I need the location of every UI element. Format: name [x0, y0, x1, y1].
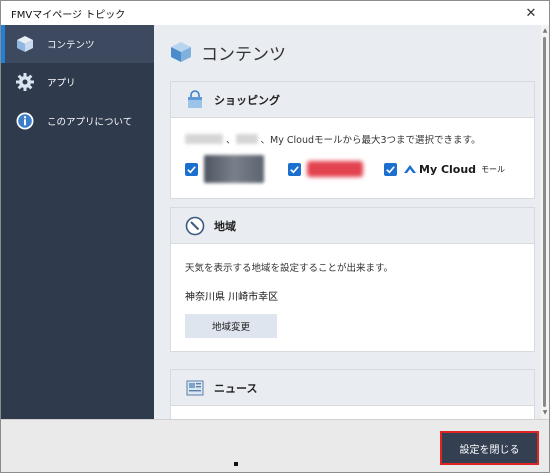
shop-logo-1 — [204, 155, 264, 183]
redacted-shop-name — [235, 134, 258, 144]
shopping-card: ショッピング 、 、My Cloudモールから最大3つまで選択できます。 My … — [170, 81, 535, 199]
page-title: コンテンツ — [201, 44, 286, 65]
change-region-button[interactable]: 地域変更 — [185, 314, 277, 338]
scroll-up-icon[interactable]: ▲ — [541, 27, 549, 35]
sidebar: コンテンツ アプリ このアプリについて — [1, 25, 154, 419]
region-card: 地域 天気を表示する地域を設定することが出来ます。 神奈川県 川崎市幸区 地域変… — [170, 207, 535, 352]
news-icon — [184, 377, 206, 399]
sidebar-item-label: アプリ — [47, 78, 76, 89]
shopping-card-header: ショッピング — [171, 82, 534, 118]
resize-grip — [234, 462, 238, 466]
mycloud-logo-icon — [404, 165, 416, 173]
cube-icon — [169, 40, 193, 64]
info-icon — [15, 111, 35, 131]
region-description: 天気を表示する地域を設定することが出来ます。 — [185, 263, 394, 274]
sidebar-item-about[interactable]: このアプリについて — [1, 102, 154, 140]
mycloud-mall-logo: My Cloud モール — [403, 163, 505, 176]
checkbox-checked[interactable] — [185, 162, 198, 176]
sidebar-item-contents[interactable]: コンテンツ — [1, 25, 154, 63]
shopping-options: My Cloud モール — [185, 154, 525, 184]
checkbox-checked[interactable] — [288, 162, 301, 176]
scrollbar-thumb[interactable] — [543, 37, 546, 407]
shop-option-2[interactable] — [288, 154, 363, 184]
news-card-header: ニュース — [171, 370, 534, 406]
gear-icon — [15, 72, 35, 92]
window-title: FMVマイページ トピック — [11, 10, 126, 21]
redacted-shop-name — [185, 134, 223, 144]
shop-logo-2 — [307, 161, 363, 177]
footer-bar: 設定を閉じる — [1, 419, 549, 472]
close-icon[interactable]: ✕ — [521, 3, 541, 23]
close-settings-button[interactable]: 設定を閉じる — [440, 431, 539, 465]
region-heading: 地域 — [214, 219, 236, 233]
news-card: ニュース — [170, 369, 535, 419]
title-bar: FMVマイページ トピック ✕ — [1, 1, 549, 25]
region-card-header: 地域 — [171, 208, 534, 244]
checkbox-checked[interactable] — [384, 162, 397, 176]
sidebar-item-label: コンテンツ — [47, 40, 95, 51]
shopping-bag-icon — [184, 89, 206, 111]
vertical-scrollbar[interactable]: ▲ ▼ — [541, 25, 549, 419]
shopping-heading: ショッピング — [214, 93, 280, 107]
sidebar-item-apps[interactable]: アプリ — [1, 63, 154, 101]
sidebar-item-label: このアプリについて — [47, 117, 133, 128]
news-heading: ニュース — [214, 381, 258, 395]
shop-option-3[interactable]: My Cloud モール — [384, 154, 505, 184]
page-header: コンテンツ — [169, 37, 286, 67]
app-window: FMVマイページ トピック ✕ コンテンツ アプリ このアプリについて コンテン… — [0, 0, 550, 473]
cube-icon — [15, 34, 35, 54]
content-pane: コンテンツ ショッピング 、 、My Cloudモールから最大3つまで選択できま… — [154, 25, 549, 419]
shopping-description: 、 、My Cloudモールから最大3つまで選択できます。 — [185, 132, 481, 146]
mycloud-brand: My Cloud — [419, 162, 477, 176]
region-value: 神奈川県 川崎市幸区 — [185, 292, 279, 303]
mycloud-sub: モール — [481, 164, 506, 174]
shop-option-1[interactable] — [185, 154, 264, 184]
compass-icon — [184, 215, 206, 237]
shopping-desc-separator: 、 — [226, 135, 236, 146]
shopping-desc-text: 、My Cloudモールから最大3つまで選択できます。 — [260, 135, 481, 146]
scroll-down-icon[interactable]: ▼ — [541, 409, 549, 417]
